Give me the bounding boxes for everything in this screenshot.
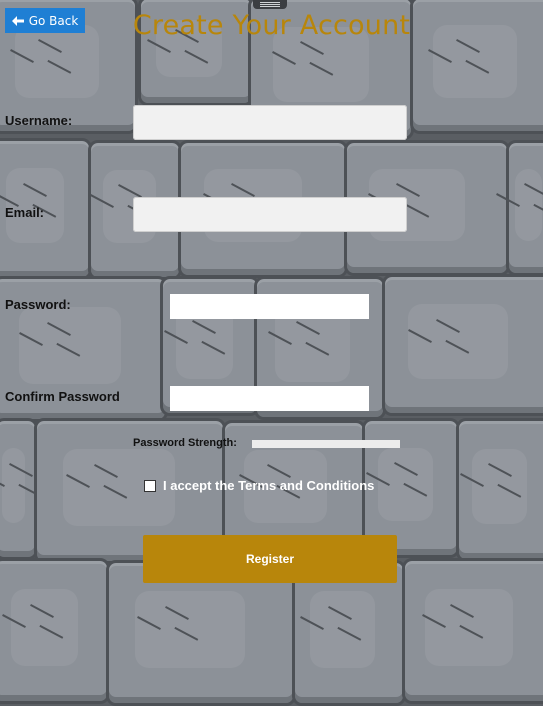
- email-label: Email:: [5, 205, 45, 220]
- password-label: Password:: [5, 297, 71, 312]
- register-button[interactable]: Register: [143, 535, 397, 583]
- confirm-password-input[interactable]: [170, 386, 369, 411]
- confirm-password-label: Confirm Password: [5, 389, 120, 404]
- password-strength-label: Password Strength:: [133, 437, 237, 449]
- register-label: Register: [245, 552, 295, 566]
- username-input[interactable]: [133, 105, 407, 140]
- username-label: Username:: [5, 113, 73, 128]
- terms-label: I accept the Terms and Conditions: [163, 478, 375, 493]
- email-input[interactable]: [133, 197, 407, 232]
- password-strength-bar: [252, 440, 400, 448]
- page-title: Create Your Account: [132, 10, 411, 41]
- terms-checkbox[interactable]: [144, 479, 156, 492]
- drag-handle[interactable]: [253, 0, 287, 9]
- password-input[interactable]: [170, 294, 369, 319]
- terms-checkbox-row[interactable]: I accept the Terms and Conditions: [144, 478, 374, 493]
